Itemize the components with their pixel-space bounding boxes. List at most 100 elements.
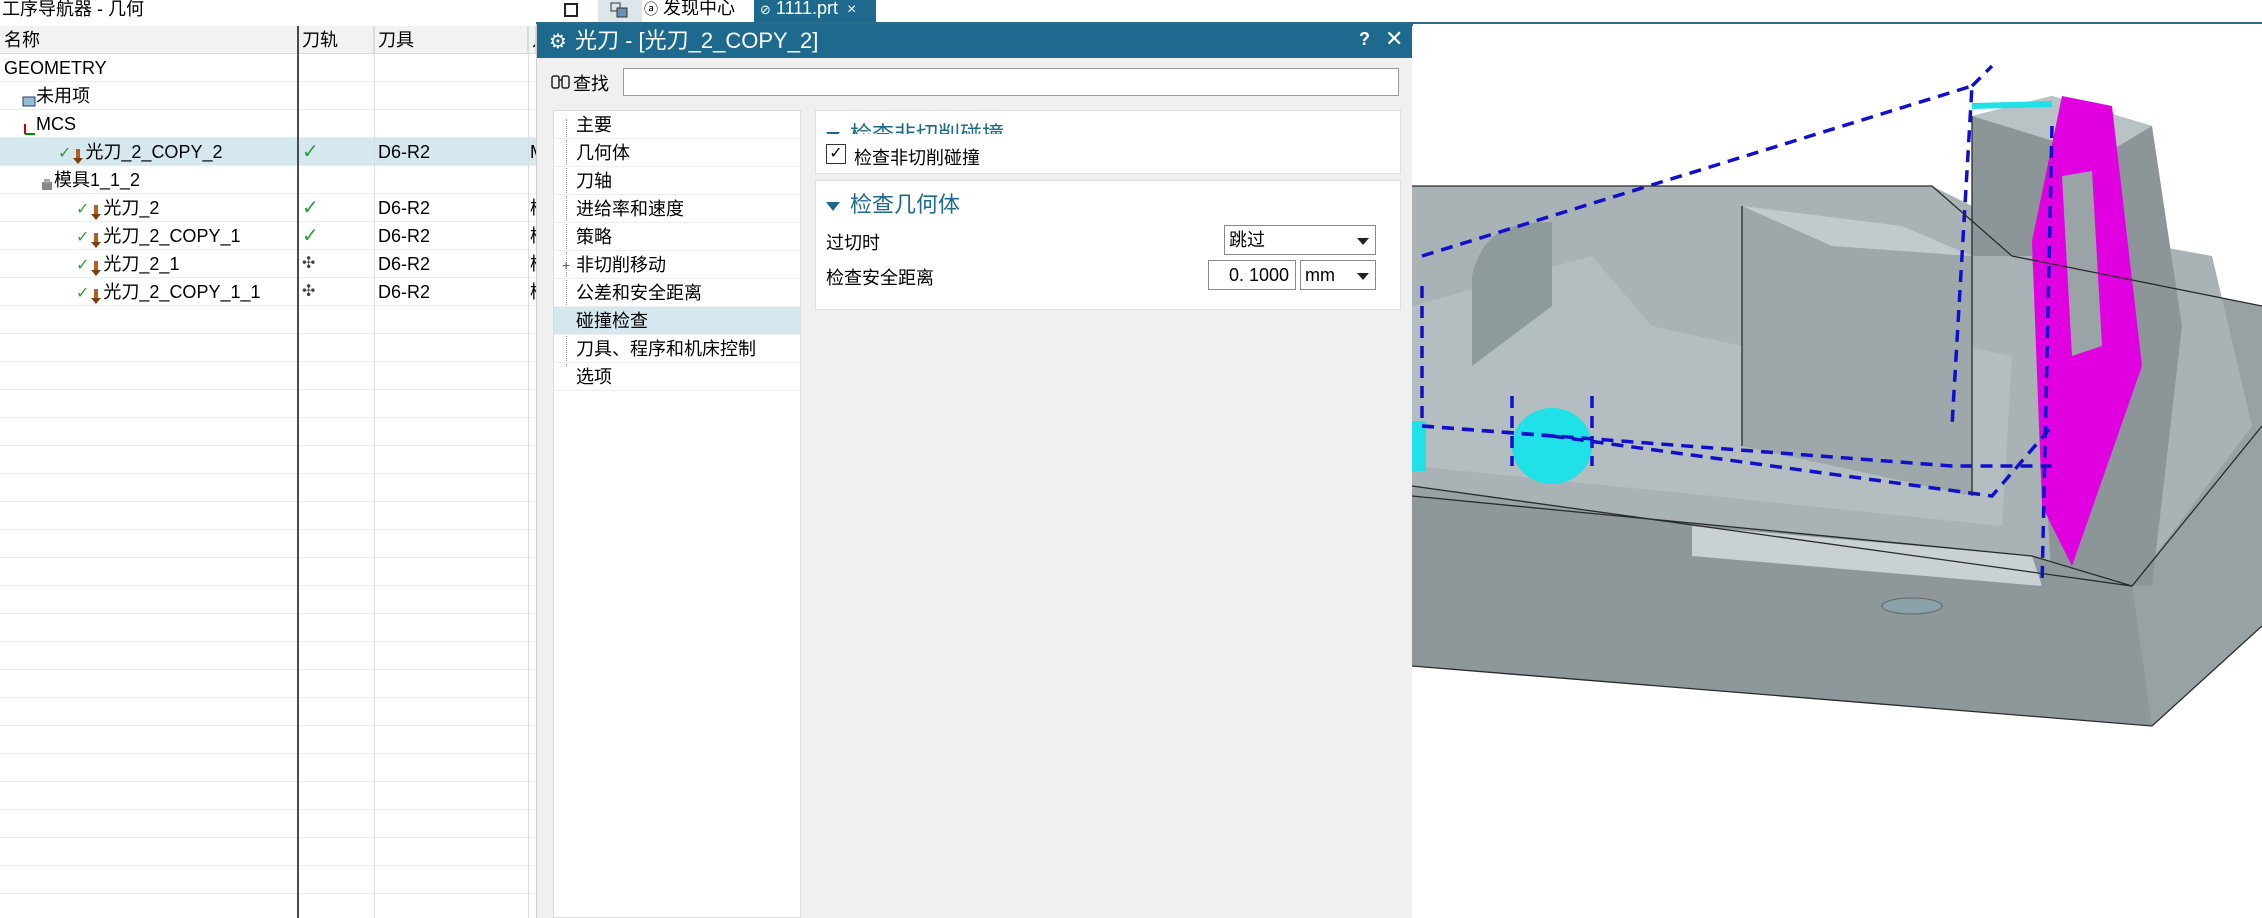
navigator-row[interactable]: ✓光刀_2_COPY_1✓D6-R2模 [0,222,536,250]
menu-item-label: 几何体 [576,143,630,163]
row-name: 未用项 [22,82,90,110]
column-header-geometry[interactable]: 几 [528,26,536,54]
row-tool: D6-R2 [378,282,431,302]
row-name: ✓ 光刀_2_COPY_1_1 [76,278,261,306]
unit-select[interactable]: mm [1300,260,1376,290]
dialog-menu-item[interactable]: 几何体 [554,139,800,167]
navigator-row[interactable]: ✓光刀_2✓D6-R2模 [0,194,536,222]
column-header-tool[interactable]: 刀具 [374,26,528,54]
navigator-row-empty [0,810,536,838]
navigator-row-empty [0,362,536,390]
navigator-row-empty [0,754,536,782]
clearance-label: 检查安全距离 [826,268,934,288]
path-regenerate-icon: ✣ [302,255,316,272]
navigator-row-empty [0,418,536,446]
row-name-text: 未用项 [36,86,90,106]
dialog-menu-item[interactable]: 碰撞检查 [554,307,800,335]
operation-icon [89,257,103,277]
settings-panel: 检查非切削碰撞 ✓ 检查非切削碰撞 检查几何体 过切时 跳过 检查安全距离 0.… [815,110,1401,918]
row-name-text: GEOMETRY [4,58,107,78]
collapse-triangle-icon [826,201,840,211]
navigator-row[interactable]: ✓光刀_2_COPY_2✓D6-R2M [0,138,536,166]
navigator-row-empty [0,334,536,362]
tab-part-file[interactable]: ⊘ 1111.prt × [754,0,876,22]
row-tool: D6-R2 [378,198,431,218]
navigator-tree: GEOMETRY未用项MCS✓光刀_2_COPY_2✓D6-R2M模具1_1_2… [0,54,536,918]
navigator-row-empty [0,838,536,866]
gear-icon: ⚙ [549,31,567,53]
dialog-menu-item[interactable]: 刀轴 [554,167,800,195]
group-header[interactable]: 检查几何体 [826,187,960,219]
dialog-menu-item[interactable]: 刀具、程序和机床控制 [554,335,800,363]
find-row: 查找 [537,60,1413,104]
tab-navigator[interactable] [598,0,642,22]
dialog-menu-item[interactable]: + 非切削移动 [554,251,800,279]
dialog-title-bar[interactable]: ⚙ 光刀 - [光刀_2_COPY_2] ? ✕ [537,24,1413,58]
dialog-title: 光刀 - [光刀_2_COPY_2] [575,28,819,53]
menu-item-label: 刀具、程序和机床控制 [576,339,756,359]
navigator-row[interactable]: 未用项 [0,82,536,110]
status-check-icon: ✓ [58,145,72,162]
graphics-viewport[interactable] [1411,26,2262,918]
path-complete-icon: ✓ [302,197,319,219]
hole [1881,597,1943,615]
workpiece-icon [40,173,54,191]
operation-navigator: 工序导航器 - 几何 名称 刀轨 刀具 几 GEOMETRY 未用项 MCS ✓ 光刀_… [0,0,536,918]
dialog-menu-item[interactable]: 公差和安全距离 [554,279,800,307]
row-name-text: 光刀_2_COPY_2 [85,142,223,162]
help-icon[interactable]: ? [1359,29,1370,50]
column-header-path[interactable]: 刀轨 [298,26,374,54]
row-name-text: 光刀_2_COPY_1_1 [103,282,261,302]
dialog-menu-item[interactable]: 主要 [554,111,800,139]
navigator-row-empty [0,390,536,418]
column-splitter[interactable] [297,26,299,918]
group-check-geometry: 检查几何体 过切时 跳过 检查安全距离 0. 1000 mm [815,180,1401,310]
overcut-select[interactable]: 跳过 [1224,225,1376,255]
tab-window[interactable] [564,0,578,22]
column-header-name[interactable]: 名称 [0,26,298,54]
menu-item-label: 碰撞检查 [576,311,648,331]
navigator-row[interactable]: MCS [0,110,536,138]
navigator-row[interactable]: ✓光刀_2_COPY_1_1✣D6-R2模 [0,278,536,306]
operation-icon [89,201,103,221]
navigator-header: 名称 刀轨 刀具 几 [0,26,536,54]
operation-icon [89,285,103,305]
column-divider [528,26,529,918]
row-name: GEOMETRY [4,54,107,82]
dialog-category-list: 主要几何体刀轴进给率和速度策略 + 非切削移动公差和安全距离 碰撞检查刀具、程序和机床… [553,110,801,918]
close-icon[interactable]: ✕ [1385,26,1403,52]
dialog-menu-item[interactable]: 策略 [554,223,800,251]
clearance-input[interactable]: 0. 1000 [1208,260,1296,290]
find-input[interactable] [623,68,1399,96]
expand-plus-icon[interactable]: + [562,251,570,279]
row-tool: D6-R2 [378,254,431,274]
navigator-icon [610,2,628,18]
menu-item-label: 进给率和速度 [576,199,684,219]
dialog-menu-item[interactable]: 进给率和速度 [554,195,800,223]
navigator-row[interactable]: 模具1_1_2 [0,166,536,194]
chevron-down-icon [1357,238,1369,245]
group-check-noncut-body: ✓ 检查非切削碰撞 [815,134,1401,174]
check-noncut-label: 检查非切削碰撞 [854,148,980,168]
tab-label: 发现中心 [663,0,736,18]
navigator-row[interactable]: GEOMETRY [0,54,536,82]
navigator-row[interactable]: ✓光刀_2_1✣D6-R2模 [0,250,536,278]
status-check-icon: ✓ [76,229,90,246]
menu-item-label: 刀轴 [576,171,612,191]
operation-icon [89,229,103,249]
navigator-row-empty [0,782,536,810]
navigator-row-empty [0,670,536,698]
cyan-edge [1971,101,2053,109]
menu-item-label: 非切削移动 [576,255,666,275]
status-check-icon: ✓ [76,257,90,274]
tab-close-icon[interactable]: × [847,1,856,18]
navigator-row-empty [0,642,536,670]
mold-model-view[interactable] [1411,26,2262,918]
status-check-icon: ✓ [76,201,90,218]
tab-discover-center[interactable]: ⓐ 发现中心 [644,0,754,22]
dialog-menu-item[interactable]: 选项 [554,363,800,391]
menu-item-label: 公差和安全距离 [576,283,702,303]
binoculars-icon [551,72,573,95]
check-noncut-checkbox[interactable]: ✓ [826,144,846,164]
navigator-row-empty [0,866,536,894]
